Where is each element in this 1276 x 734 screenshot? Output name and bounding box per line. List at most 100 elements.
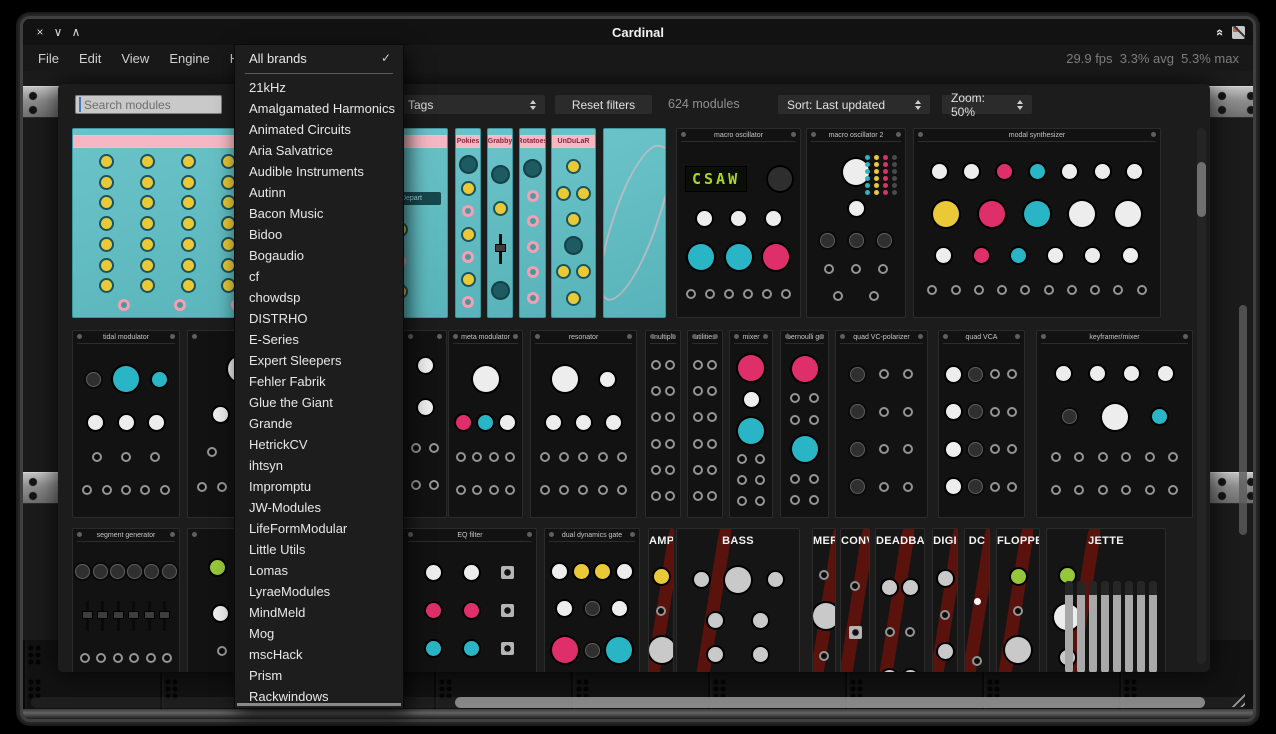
module-dc[interactable]: DC [964,528,990,672]
module-modal-synthesizer[interactable]: modal synthesizer [913,128,1161,318]
module-title: AMP [649,535,673,547]
menu-engine[interactable]: Engine [169,51,209,66]
brand-item-expert-sleepers[interactable]: Expert Sleepers [235,350,403,371]
brand-item-fehler-fabrik[interactable]: Fehler Fabrik [235,371,403,392]
brand-item-distrho[interactable]: DISTRHO [235,308,403,329]
module-row2-d[interactable] [403,330,447,518]
module-meta-modulator[interactable]: meta modulator [448,330,523,518]
knob [576,415,591,430]
knob [493,167,508,182]
module-keyframer-mixer[interactable]: keyframer/mixer [1036,330,1193,518]
module-dual-dynamics-gate[interactable]: dual dynamics gate [544,528,640,672]
brand-item-aria-salvatrice[interactable]: Aria Salvatrice [235,140,403,161]
jack [217,482,227,492]
module-rotatoes[interactable]: Rotatoes [519,128,546,318]
module-macro-oscillator[interactable]: macro oscillatorCSAW [676,128,801,318]
jack [1020,285,1030,295]
module-grabby[interactable]: Grabby [487,128,513,318]
jack [651,439,661,449]
module-segment-generator[interactable]: segment generator [72,528,180,672]
module-panel [914,142,1160,317]
jack [705,289,715,299]
knob [418,358,433,373]
brand-item-chowdsp[interactable]: chowdsp [235,287,403,308]
module-quad-vca[interactable]: quad VCA [938,330,1025,518]
knob [462,251,474,263]
brand-item-lifeformmodular[interactable]: LifeFormModular [235,518,403,539]
module-bernoulli-gate[interactable]: bernoulli gate [780,330,829,518]
brand-item-impromptu[interactable]: Impromptu [235,476,403,497]
module-quad-vc-polarizer[interactable]: quad VC-polarizer [835,330,928,518]
brand-item-bidoo[interactable]: Bidoo [235,224,403,245]
brand-item-lomas[interactable]: Lomas [235,560,403,581]
brand-item-audible-instruments[interactable]: Audible Instruments [235,161,403,182]
browser-scrollbar[interactable] [1197,162,1206,217]
module-flopper[interactable]: FLOPPER [996,528,1040,672]
module-panel [933,547,957,672]
module-deadband[interactable]: DEADBAND [875,528,925,672]
module-amp[interactable]: AMP [648,528,674,672]
menu-scrollbar[interactable] [237,703,401,706]
module-digi[interactable]: DIGI [932,528,958,672]
menu-view[interactable]: View [121,51,149,66]
brand-item-hetrickcv[interactable]: HetrickCV [235,434,403,455]
module-undular[interactable]: UnDuLaR [551,128,596,318]
module-jette[interactable]: JETTE [1046,528,1166,672]
knob [478,415,493,430]
brand-item-cf[interactable]: cf [235,266,403,287]
module-bass[interactable]: BASS [676,528,800,672]
app-tray-icon[interactable] [1232,26,1245,39]
brand-item-ihtsyn[interactable]: ihtsyn [235,455,403,476]
brand-item-mschack[interactable]: mscHack [235,644,403,665]
jack [411,443,421,453]
module-eq-filter[interactable]: EQ filter [403,528,537,672]
rack-vertical-scrollbar[interactable] [1239,305,1247,535]
knob [968,404,983,419]
brand-item-prism[interactable]: Prism [235,665,403,686]
jack [501,604,514,617]
module-panel [456,148,480,317]
knob [768,167,792,191]
module-aria-art[interactable] [603,128,666,318]
brand-item-autinn[interactable]: Autinn [235,182,403,203]
module-multiples[interactable]: multiples [645,330,681,518]
knob [964,164,979,179]
module-panel [73,344,179,517]
module-resonator[interactable]: resonator [530,330,637,518]
brand-item-all[interactable]: All brands ✓ [235,45,403,69]
jack [651,491,661,501]
brand-item-little-utils[interactable]: Little Utils [235,539,403,560]
module-mixer[interactable]: mixer [729,330,773,518]
brand-item-mindmeld[interactable]: MindMeld [235,602,403,623]
brand-item-grande[interactable]: Grande [235,413,403,434]
collapse-icon[interactable]: « [1213,28,1228,35]
brand-item-jw-modules[interactable]: JW-Modules [235,497,403,518]
brand-item-animated-circuits[interactable]: Animated Circuits [235,119,403,140]
knob [152,372,167,387]
menu-file[interactable]: File [38,51,59,66]
module-panel [73,542,179,672]
knob [1011,569,1026,584]
brand-item-bogaudio[interactable]: Bogaudio [235,245,403,266]
knob [708,613,723,628]
brand-item-mog[interactable]: Mog [235,623,403,644]
module-pokies[interactable]: Pokies [455,128,481,318]
knob [1085,248,1100,263]
brand-item-e-series[interactable]: E-Series [235,329,403,350]
jack [737,475,747,485]
module-conv[interactable]: CONV [840,528,870,672]
module-panel [545,542,639,672]
brand-item-bacon-music[interactable]: Bacon Music [235,203,403,224]
module-macro-oscillator-2[interactable]: macro oscillator 2 [806,128,906,318]
jack [1044,285,1054,295]
brand-item-lyraemodules[interactable]: LyraeModules [235,581,403,602]
brand-item-glue-the-giant[interactable]: Glue the Giant [235,392,403,413]
menu-edit[interactable]: Edit [79,51,101,66]
rack-horizontal-scrollbar[interactable] [455,697,1205,708]
module-mera[interactable]: MERA [812,528,836,672]
brand-item-21khz[interactable]: 21kHz [235,77,403,98]
module-utilities[interactable]: utilities [687,330,723,518]
brand-item-amalgamated-harmonics[interactable]: Amalgamated Harmonics [235,98,403,119]
module-tidal-modulator[interactable]: tidal modulator [72,330,180,518]
module-title: EQ filter [408,529,532,542]
